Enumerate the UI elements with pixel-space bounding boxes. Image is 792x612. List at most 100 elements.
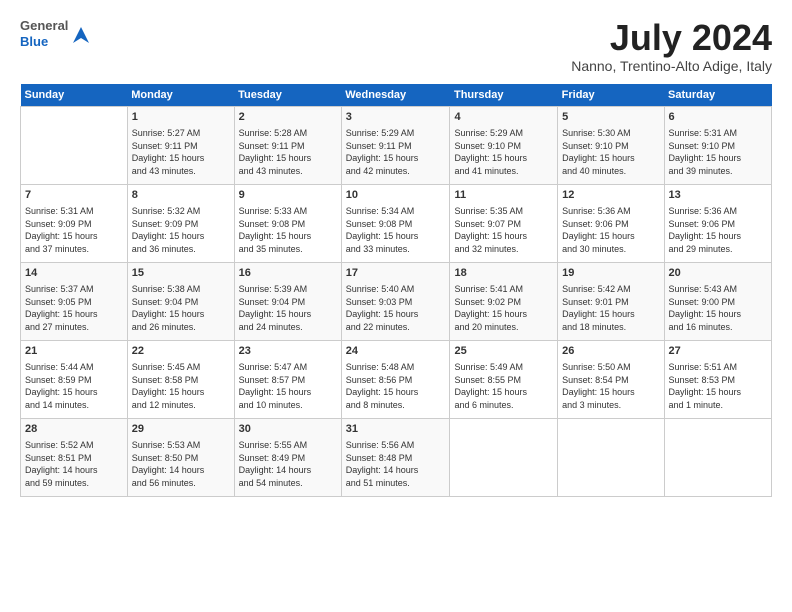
cell-text: and 30 minutes. (562, 243, 659, 256)
cell-text: Sunset: 8:49 PM (239, 452, 337, 465)
cell-text: Sunset: 8:56 PM (346, 374, 446, 387)
calendar-cell: 13Sunrise: 5:36 AMSunset: 9:06 PMDayligh… (664, 184, 772, 262)
cell-text: Sunrise: 5:52 AM (25, 439, 123, 452)
calendar-cell: 23Sunrise: 5:47 AMSunset: 8:57 PMDayligh… (234, 340, 341, 418)
day-number: 25 (454, 344, 553, 359)
cell-text: and 27 minutes. (25, 321, 123, 334)
calendar-cell: 4Sunrise: 5:29 AMSunset: 9:10 PMDaylight… (450, 106, 558, 184)
cell-text: Sunset: 8:53 PM (669, 374, 768, 387)
cell-text: Sunset: 9:01 PM (562, 296, 659, 309)
calendar-cell (450, 418, 558, 496)
weekday-header-row: SundayMondayTuesdayWednesdayThursdayFrid… (21, 84, 772, 107)
cell-text: Daylight: 14 hours (346, 464, 446, 477)
cell-text: Daylight: 15 hours (562, 152, 659, 165)
cell-text: Sunset: 9:10 PM (454, 140, 553, 153)
day-number: 19 (562, 266, 659, 281)
cell-text: Daylight: 15 hours (346, 386, 446, 399)
weekday-header: Thursday (450, 84, 558, 107)
calendar-week-row: 28Sunrise: 5:52 AMSunset: 8:51 PMDayligh… (21, 418, 772, 496)
day-number: 16 (239, 266, 337, 281)
calendar-cell: 19Sunrise: 5:42 AMSunset: 9:01 PMDayligh… (558, 262, 664, 340)
calendar-week-row: 14Sunrise: 5:37 AMSunset: 9:05 PMDayligh… (21, 262, 772, 340)
calendar-cell: 6Sunrise: 5:31 AMSunset: 9:10 PMDaylight… (664, 106, 772, 184)
cell-text: Sunrise: 5:41 AM (454, 283, 553, 296)
calendar-table: SundayMondayTuesdayWednesdayThursdayFrid… (20, 84, 772, 497)
calendar-cell (664, 418, 772, 496)
cell-text: and 1 minute. (669, 399, 768, 412)
cell-text: Daylight: 14 hours (132, 464, 230, 477)
day-number: 11 (454, 188, 553, 203)
cell-text: Sunset: 9:06 PM (669, 218, 768, 231)
cell-text: and 32 minutes. (454, 243, 553, 256)
day-number: 8 (132, 188, 230, 203)
calendar-week-row: 1Sunrise: 5:27 AMSunset: 9:11 PMDaylight… (21, 106, 772, 184)
cell-text: and 24 minutes. (239, 321, 337, 334)
cell-text: Sunrise: 5:33 AM (239, 205, 337, 218)
calendar-cell: 12 Sunrise: 5:36 AMSunset: 9:06 PMDayligh… (558, 184, 664, 262)
cell-text: and 39 minutes. (669, 165, 768, 178)
cell-text: and 43 minutes. (132, 165, 230, 178)
day-number: 18 (454, 266, 553, 281)
cell-text: and 14 minutes. (25, 399, 123, 412)
cell-text: Sunrise: 5:50 AM (562, 361, 659, 374)
cell-text: Daylight: 15 hours (132, 386, 230, 399)
cell-text: and 18 minutes. (562, 321, 659, 334)
cell-text: and 12 minutes. (132, 399, 230, 412)
day-number: 30 (239, 422, 337, 437)
day-number: 13 (669, 188, 768, 203)
cell-text: Sunrise: 5:36 AM (562, 205, 659, 218)
cell-text: Sunset: 8:57 PM (239, 374, 337, 387)
cell-text: and 22 minutes. (346, 321, 446, 334)
cell-text: Sunset: 8:50 PM (132, 452, 230, 465)
calendar-cell: 17Sunrise: 5:40 AMSunset: 9:03 PMDayligh… (341, 262, 450, 340)
cell-text: Daylight: 15 hours (239, 386, 337, 399)
cell-text: Sunrise: 5:27 AM (132, 127, 230, 140)
cell-text: and 3 minutes. (562, 399, 659, 412)
cell-text: Sunset: 9:04 PM (132, 296, 230, 309)
cell-text: Daylight: 15 hours (669, 308, 768, 321)
cell-text: and 20 minutes. (454, 321, 553, 334)
calendar-week-row: 21Sunrise: 5:44 AMSunset: 8:59 PMDayligh… (21, 340, 772, 418)
cell-text: Sunset: 9:02 PM (454, 296, 553, 309)
day-number: 26 (562, 344, 659, 359)
cell-text: Sunrise: 5:28 AM (239, 127, 337, 140)
cell-text: and 36 minutes. (132, 243, 230, 256)
cell-text: Sunrise: 5:30 AM (562, 127, 659, 140)
cell-text: Sunrise: 5:29 AM (346, 127, 446, 140)
title-area: July 2024 Nanno, Trentino-Alto Adige, It… (571, 18, 772, 74)
cell-text: Sunset: 9:05 PM (25, 296, 123, 309)
day-number: 15 (132, 266, 230, 281)
calendar-cell: 3Sunrise: 5:29 AMSunset: 9:11 PMDaylight… (341, 106, 450, 184)
cell-text: Sunrise: 5:36 AM (669, 205, 768, 218)
cell-text: Daylight: 15 hours (132, 152, 230, 165)
cell-text: Sunset: 8:55 PM (454, 374, 553, 387)
cell-text: and 29 minutes. (669, 243, 768, 256)
cell-text: and 8 minutes. (346, 399, 446, 412)
cell-text: Sunrise: 5:42 AM (562, 283, 659, 296)
day-number: 12 (562, 188, 659, 203)
cell-text: Sunset: 8:51 PM (25, 452, 123, 465)
cell-text: Sunrise: 5:29 AM (454, 127, 553, 140)
calendar-cell: 10Sunrise: 5:34 AMSunset: 9:08 PMDayligh… (341, 184, 450, 262)
cell-text: Sunset: 9:00 PM (669, 296, 768, 309)
cell-text: Daylight: 15 hours (562, 230, 659, 243)
calendar-week-row: 7Sunrise: 5:31 AMSunset: 9:09 PMDaylight… (21, 184, 772, 262)
cell-text: Daylight: 14 hours (239, 464, 337, 477)
cell-text: Daylight: 14 hours (25, 464, 123, 477)
calendar-cell (21, 106, 128, 184)
cell-text: Daylight: 15 hours (239, 230, 337, 243)
cell-text: Sunset: 9:06 PM (562, 218, 659, 231)
cell-text: Sunset: 9:08 PM (346, 218, 446, 231)
cell-text: Sunset: 9:04 PM (239, 296, 337, 309)
cell-text: and 41 minutes. (454, 165, 553, 178)
weekday-header: Saturday (664, 84, 772, 107)
calendar-cell: 26Sunrise: 5:50 AMSunset: 8:54 PMDayligh… (558, 340, 664, 418)
cell-text: Sunset: 9:03 PM (346, 296, 446, 309)
cell-text: Sunset: 9:07 PM (454, 218, 553, 231)
logo-text: General Blue (20, 18, 68, 49)
cell-text: Sunrise: 5:47 AM (239, 361, 337, 374)
calendar-cell: 1Sunrise: 5:27 AMSunset: 9:11 PMDaylight… (127, 106, 234, 184)
cell-text: Sunrise: 5:53 AM (132, 439, 230, 452)
cell-text: Sunrise: 5:34 AM (346, 205, 446, 218)
cell-text: and 42 minutes. (346, 165, 446, 178)
